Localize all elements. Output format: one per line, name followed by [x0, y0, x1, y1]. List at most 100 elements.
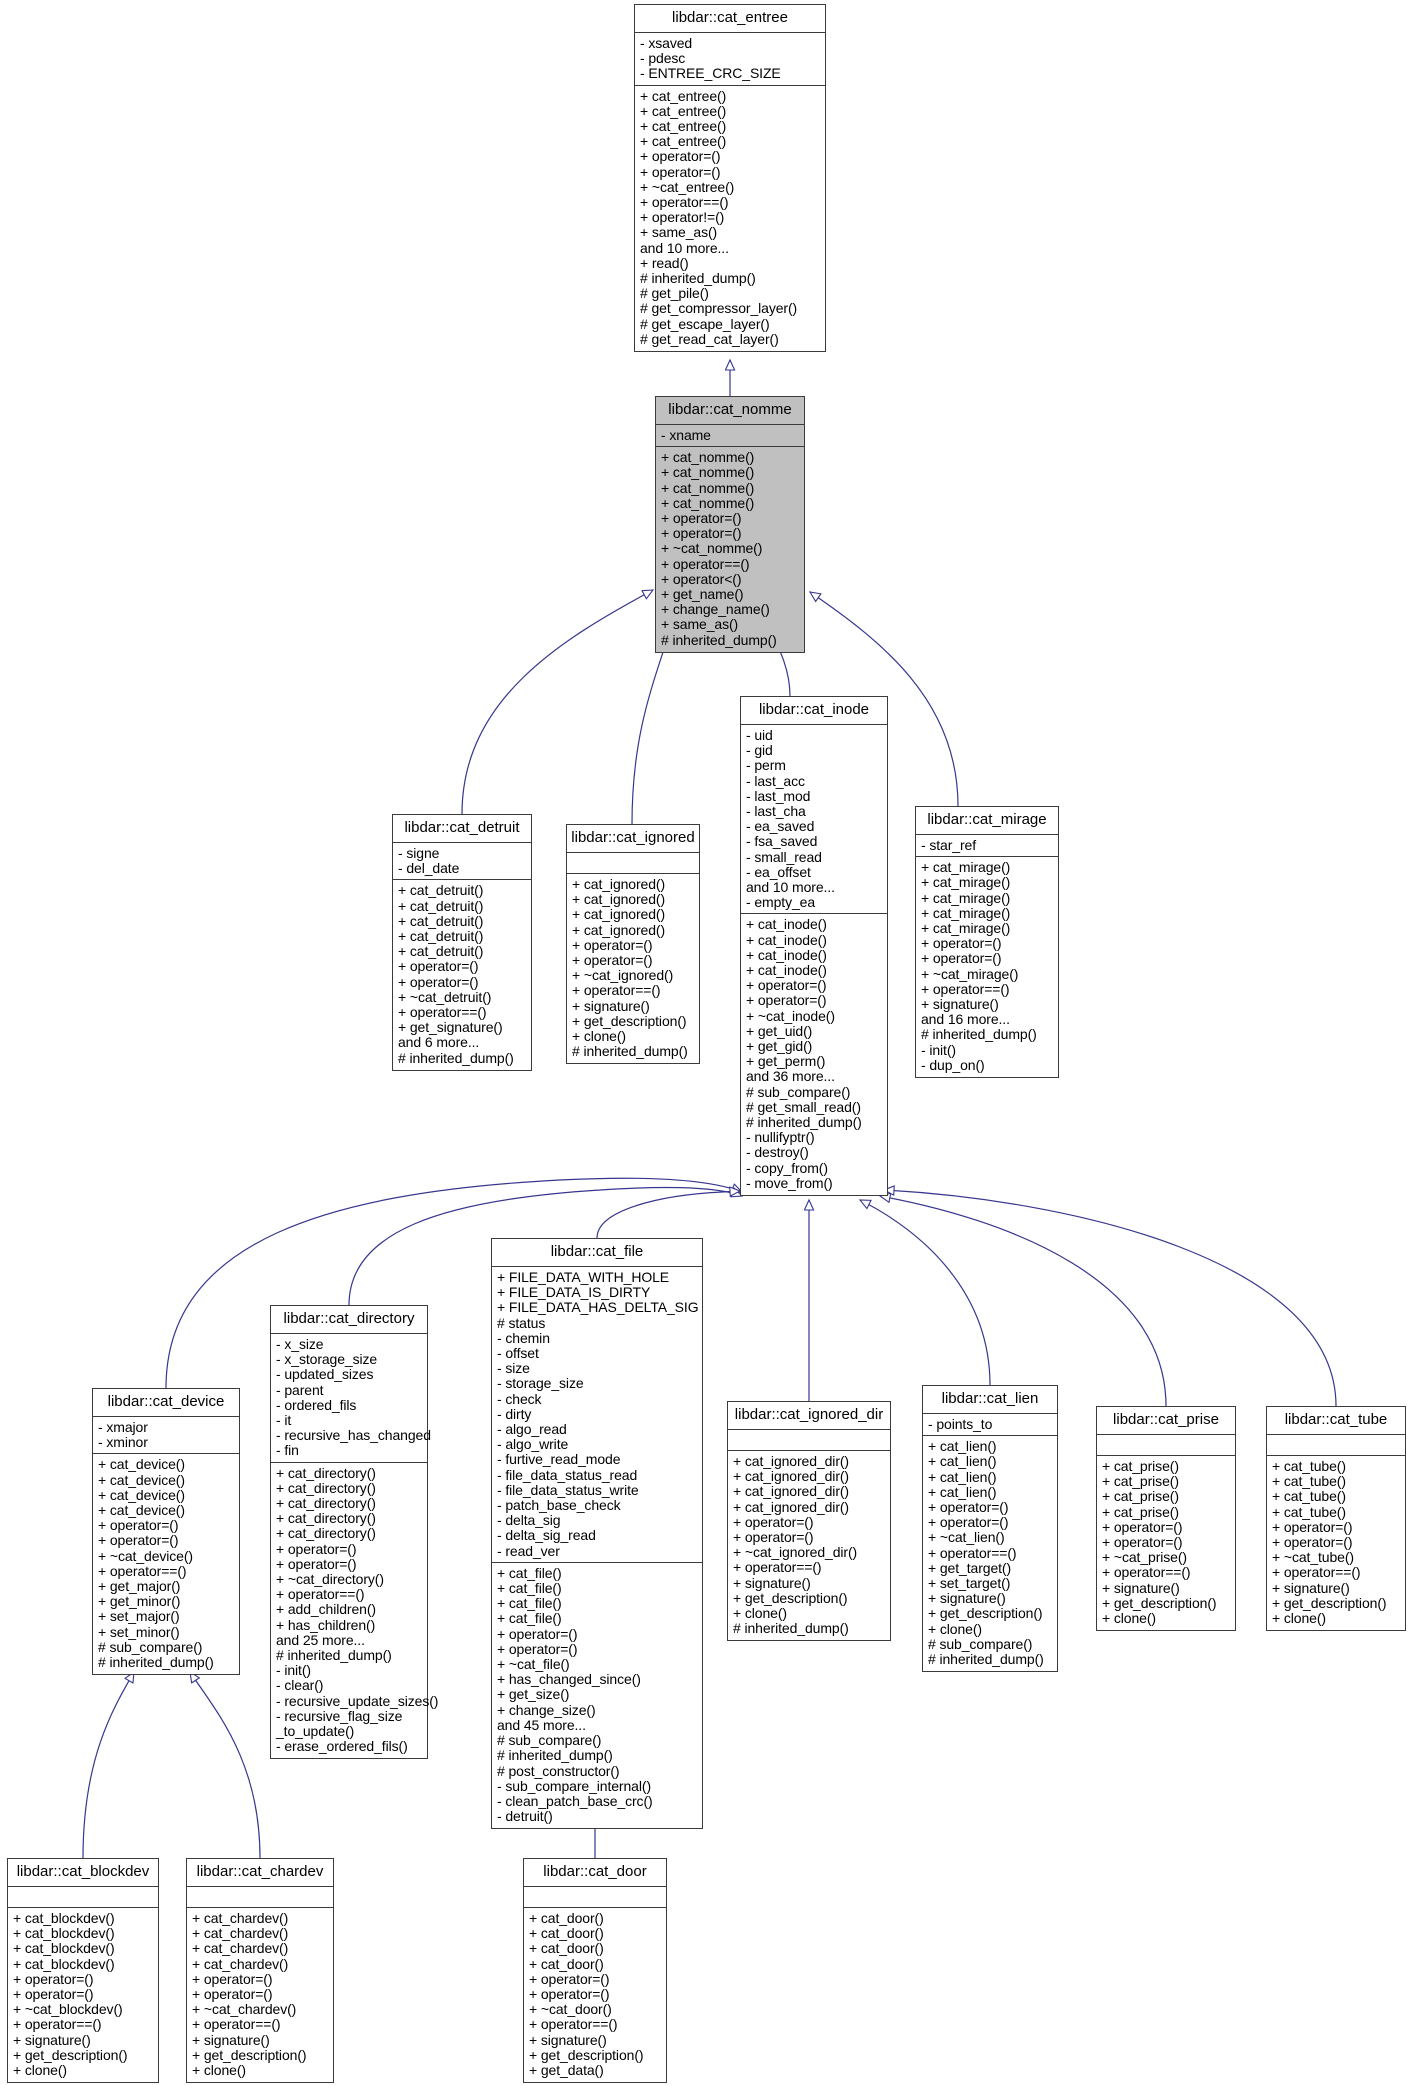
operation-row: # inherited_dump()	[98, 1654, 214, 1671]
class-title-cat_file: libdar::cat_file	[492, 1239, 702, 1267]
operation-row: + add_children()	[276, 1601, 376, 1618]
class-operations-cat_entree: + cat_entree() + cat_entree() + cat_entree…	[635, 86, 825, 351]
attribute-row: - x_storage_size	[276, 1351, 378, 1368]
attribute-row: - delta_sig_read	[497, 1527, 596, 1544]
class-box-cat_blockdev[interactable]: libdar::cat_blockdev + cat_blockdev() + ca…	[7, 1858, 159, 2084]
class-attributes-cat_lien: - points_to	[923, 1414, 1057, 1437]
class-operations-cat_prise: + cat_prise() + cat_prise() + cat_prise() +…	[1097, 1456, 1235, 1630]
operation-row: + operator=()	[1102, 1534, 1183, 1551]
operation-row: # inherited_dump()	[928, 1651, 1044, 1668]
attribute-row: - uid	[746, 727, 773, 743]
operation-row: + operator=()	[640, 148, 721, 165]
class-operations-cat_chardev: + cat_chardev() + cat_chardev() + cat_char…	[187, 1908, 333, 2082]
class-operations-cat_directory: + cat_directory() + cat_directory() + cat_…	[271, 1463, 438, 1759]
operation-row: + operator=()	[192, 1970, 273, 1987]
operation-row: + ~cat_lien()	[928, 1529, 1005, 1546]
attribute-row: - star_ref	[921, 837, 977, 853]
attribute-row: - ea_saved	[746, 818, 815, 835]
operation-row: + cat_chardev()	[192, 1940, 289, 1957]
operation-row: + ~cat_nomme()	[661, 540, 763, 557]
operation-row: + cat_file()	[497, 1610, 562, 1627]
operation-row: + ~cat_ignored_dir()	[733, 1544, 858, 1561]
operation-row: + signature()	[192, 2031, 270, 2048]
operation-row: + ~cat_door()	[529, 2001, 612, 2018]
class-box-cat_device[interactable]: libdar::cat_device - xmajor - xminor + cat_…	[92, 1388, 240, 1676]
attribute-row: - parent	[276, 1381, 324, 1398]
operation-row: - copy_from()	[746, 1159, 828, 1176]
operation-row: + operator==()	[398, 1004, 487, 1021]
operation-row: + operator=()	[13, 1986, 94, 2003]
class-box-cat_directory[interactable]: libdar::cat_directory - x_size - x_storage…	[270, 1305, 438, 1760]
attribute-row: - offset	[497, 1345, 539, 1362]
operation-row: + cat_device()	[98, 1502, 185, 1519]
attribute-row: - signe	[398, 845, 440, 861]
operation-row: + cat_file()	[497, 1595, 562, 1612]
operation-row: _to_update()	[276, 1723, 355, 1740]
operation-row: - recursive_flag_size	[276, 1707, 403, 1724]
attribute-row: - del_date	[398, 860, 460, 877]
operation-row: + cat_mirage()	[921, 889, 1011, 906]
operation-row: + operator=()	[661, 525, 742, 542]
operation-row: # inherited_dump()	[497, 1747, 613, 1764]
operation-row: # inherited_dump()	[661, 631, 777, 648]
operation-row: + ~cat_detruit()	[398, 988, 492, 1005]
operation-row: + cat_blockdev()	[13, 1940, 115, 1957]
class-box-cat_chardev[interactable]: libdar::cat_chardev + cat_chardev() + cat_…	[186, 1858, 334, 2084]
attribute-row: - ea_offset	[746, 863, 811, 880]
class-box-cat_entree[interactable]: libdar::cat_entree - xsaved - pdesc - ENTRE…	[634, 4, 826, 353]
operation-row: + cat_lien()	[928, 1483, 997, 1500]
operation-row: + ~cat_blockdev()	[13, 2001, 123, 2018]
class-box-cat_file[interactable]: libdar::cat_file + FILE_DATA_WITH_HOLE + F…	[491, 1238, 703, 1830]
class-title-cat_blockdev: libdar::cat_blockdev	[8, 1859, 158, 1887]
operation-row: + cat_ignored_dir()	[733, 1468, 849, 1485]
class-box-cat_inode[interactable]: libdar::cat_inode - uid - gid - perm - last_…	[740, 696, 888, 1197]
operation-row: + cat_entree()	[640, 102, 727, 119]
class-box-cat_nomme[interactable]: libdar::cat_nomme - xname + cat_nomme() + c…	[655, 396, 805, 653]
operation-row: + cat_lien()	[928, 1468, 997, 1485]
operation-row: - init()	[276, 1662, 311, 1679]
operation-row: # inherited_dump()	[921, 1026, 1037, 1043]
operation-row: + operator==()	[1102, 1564, 1191, 1581]
operation-row: + operator=()	[640, 163, 721, 180]
class-box-cat_door[interactable]: libdar::cat_door + cat_door() + cat_door()…	[523, 1858, 667, 2084]
class-operations-cat_mirage: + cat_mirage() + cat_mirage() + cat_mirage…	[916, 857, 1058, 1077]
operation-row: + cat_mirage()	[921, 920, 1011, 937]
operation-row: + clone()	[928, 1620, 982, 1637]
class-title-cat_ignored: libdar::cat_ignored	[567, 825, 699, 853]
class-operations-cat_nomme: + cat_nomme() + cat_nomme() + cat_nomme() +…	[656, 447, 804, 652]
operation-row: + cat_device()	[98, 1456, 185, 1473]
operation-row: + signature()	[921, 996, 999, 1013]
attribute-row: + FILE_DATA_HAS_DELTA_SIG	[497, 1299, 699, 1316]
class-box-cat_ignored_dir[interactable]: libdar::cat_ignored_dir + cat_ignored_dir…	[727, 1401, 891, 1642]
class-title-cat_inode: libdar::cat_inode	[741, 697, 887, 725]
class-operations-cat_inode: + cat_inode() + cat_inode() + cat_inode() +…	[741, 914, 887, 1195]
operation-row: + clone()	[192, 2062, 246, 2079]
operation-row: + cat_directory()	[276, 1479, 376, 1496]
class-title-cat_device: libdar::cat_device	[93, 1389, 239, 1417]
operation-row: + cat_prise()	[1102, 1458, 1179, 1474]
operation-row: + clone()	[572, 1028, 626, 1045]
operation-row: + cat_device()	[98, 1471, 185, 1488]
class-box-cat_ignored[interactable]: libdar::cat_ignored + cat_ignored() + cat_…	[566, 824, 700, 1065]
operation-row: + get_target()	[928, 1559, 1012, 1576]
operation-row: # inherited_dump()	[398, 1049, 514, 1066]
attribute-row: - xminor	[98, 1434, 148, 1451]
operation-row: # sub_compare()	[746, 1083, 851, 1100]
class-operations-cat_detruit: + cat_detruit() + cat_detruit() + cat_detr…	[393, 880, 531, 1069]
class-box-cat_detruit[interactable]: libdar::cat_detruit - signe - del_date + ca…	[392, 814, 532, 1071]
class-box-cat_tube[interactable]: libdar::cat_tube + cat_tube() + cat_tube()…	[1266, 1406, 1406, 1632]
operation-row: + cat_tube()	[1272, 1503, 1346, 1520]
operation-row: - nullifyptr()	[746, 1129, 815, 1146]
class-box-cat_lien[interactable]: libdar::cat_lien - points_to + cat_lien() +…	[922, 1385, 1058, 1673]
class-attributes-cat_nomme: - xname	[656, 425, 804, 448]
operation-row: + cat_ignored()	[572, 921, 666, 938]
class-box-cat_prise[interactable]: libdar::cat_prise + cat_prise() + cat_pris…	[1096, 1406, 1236, 1632]
operation-row: # sub_compare()	[98, 1638, 203, 1655]
operation-row: + clone()	[733, 1605, 787, 1622]
operation-row: + same_as()	[640, 224, 718, 241]
class-box-cat_mirage[interactable]: libdar::cat_mirage - star_ref + cat_mirage…	[915, 806, 1059, 1079]
attribute-row: - small_read	[746, 848, 822, 865]
operation-row: + get_gid()	[746, 1038, 813, 1055]
operation-row: + operator==()	[192, 2016, 281, 2033]
attribute-row: - it	[276, 1412, 292, 1429]
